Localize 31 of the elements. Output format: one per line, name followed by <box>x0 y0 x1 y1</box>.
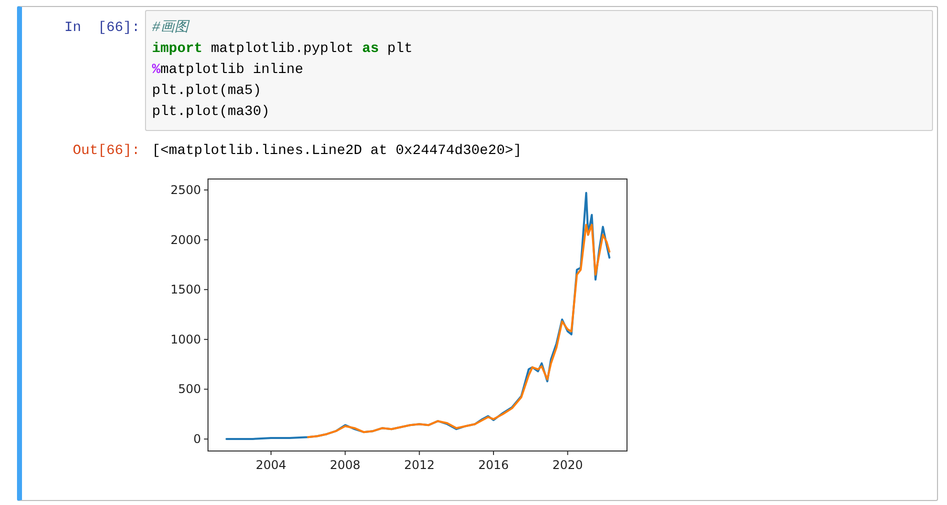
y-tick: 0 <box>193 432 208 446</box>
y-tick: 1000 <box>170 332 208 346</box>
y-tick: 500 <box>178 382 208 396</box>
y-tick: 2500 <box>170 182 208 197</box>
y-tick-label: 1500 <box>170 282 201 297</box>
x-tick: 2012 <box>404 450 435 472</box>
x-tick-label: 2008 <box>330 458 360 472</box>
y-tick: 1500 <box>170 282 208 297</box>
x-tick-label: 2016 <box>478 458 509 472</box>
code-line: #画图 <box>152 19 191 38</box>
x-tick: 2016 <box>478 450 509 472</box>
y-tick-label: 0 <box>193 432 201 446</box>
x-tick: 2020 <box>552 450 583 472</box>
code-line: %matplotlib inline <box>152 61 304 80</box>
x-tick-label: 2020 <box>552 458 583 472</box>
input-prompt: In [66]: <box>63 19 141 38</box>
y-tick-label: 1000 <box>170 332 201 346</box>
y-tick-label: 500 <box>178 382 201 396</box>
output-text: [<matplotlib.lines.Line2D at 0x24474d30e20>] <box>152 142 523 161</box>
y-tick-label: 2500 <box>170 182 201 197</box>
code-line: plt.plot(ma30) <box>152 103 271 122</box>
code-line: import matplotlib.pyplot as plt <box>152 40 414 59</box>
y-tick-label: 2000 <box>170 232 201 247</box>
code-editor[interactable]: #画图 import matplotlib.pyplot as plt %matplotlib inline plt.plot(ma5) plt.plot(ma30) <box>145 10 933 131</box>
x-tick-label: 2012 <box>404 458 435 472</box>
x-tick: 2008 <box>330 450 360 472</box>
output-prompt: Out[66]: <box>72 142 141 161</box>
y-tick: 2000 <box>170 232 208 247</box>
code-line: plt.plot(ma5) <box>152 82 262 101</box>
x-tick-label: 2004 <box>256 458 286 472</box>
x-tick: 2004 <box>256 450 286 472</box>
